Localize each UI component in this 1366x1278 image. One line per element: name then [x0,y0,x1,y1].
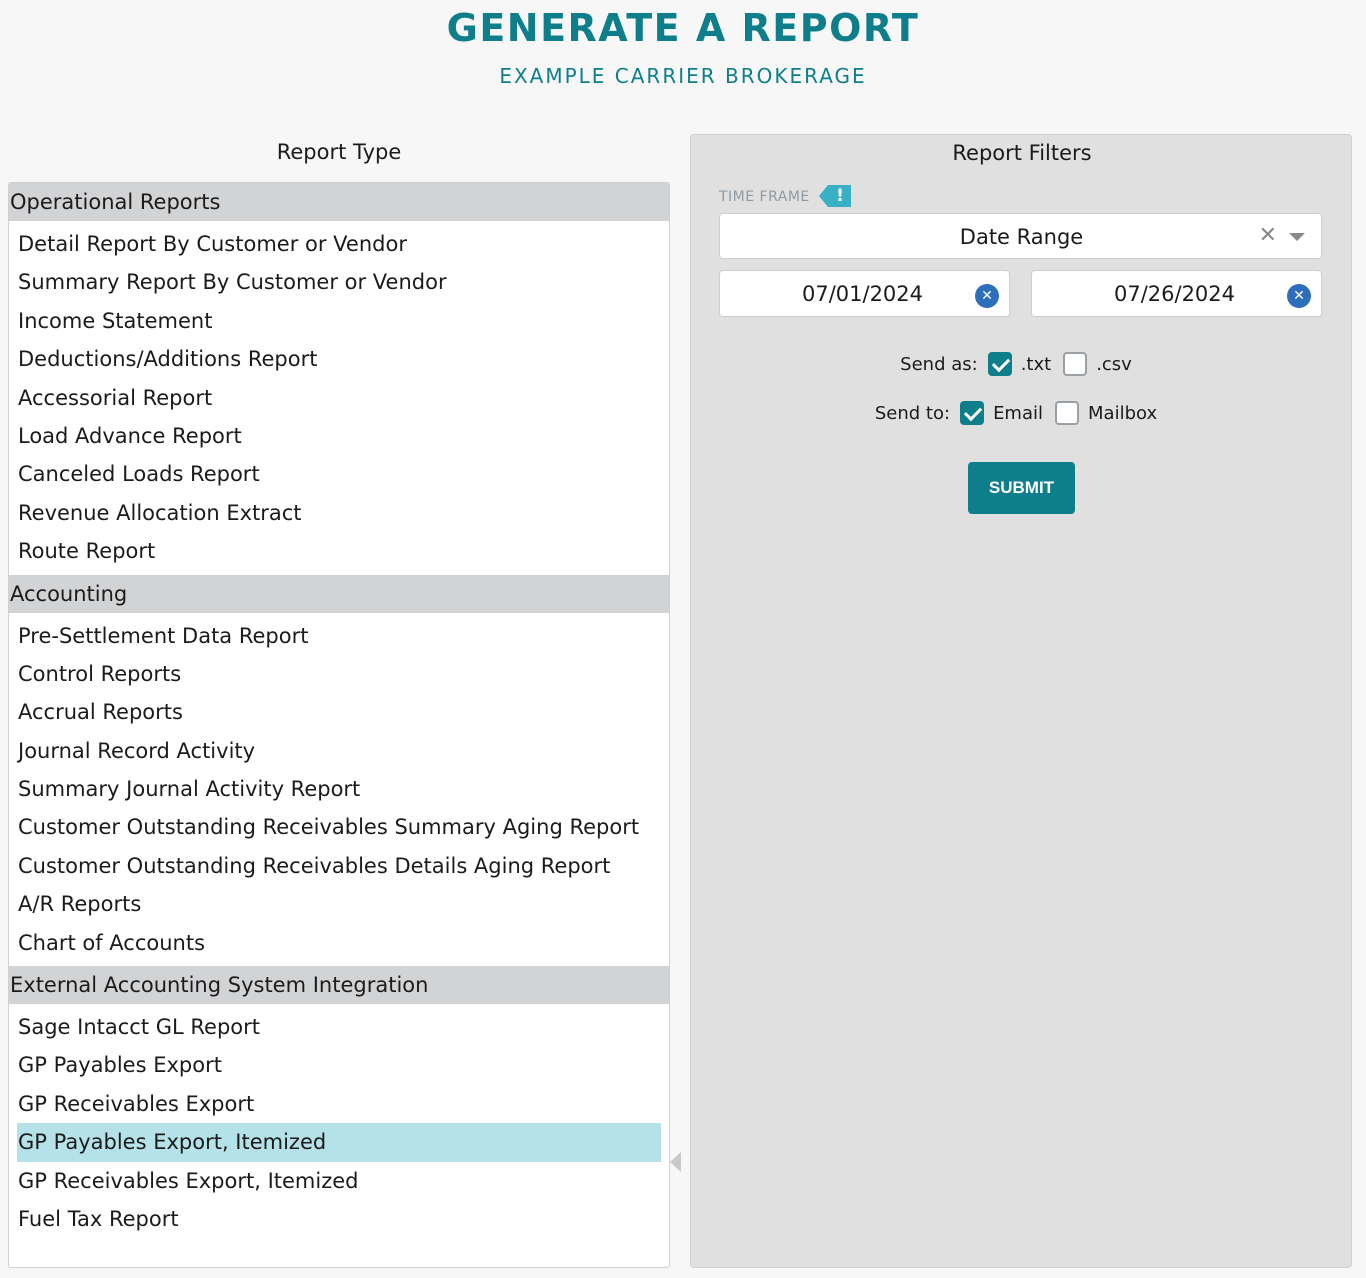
send-to-row: Send to: Email Mailbox [691,401,1353,425]
group-header-operational: Operational Reports [9,183,669,221]
report-item-journal-record[interactable]: Journal Record Activity [9,732,661,770]
report-item-gp-receivables-itemized[interactable]: GP Receivables Export, Itemized [9,1162,661,1200]
chevron-down-icon[interactable] [1289,233,1305,241]
txt-label: .txt [1020,353,1052,375]
report-item-gp-payables[interactable]: GP Payables Export [9,1046,661,1084]
report-type-title: Report Type [276,140,402,164]
group-header-external-integration: External Accounting System Integration [9,966,669,1005]
start-date-clear-icon[interactable]: ✕ [975,284,999,308]
end-date-clear-icon[interactable]: ✕ [1287,284,1311,308]
report-item-summary-journal[interactable]: Summary Journal Activity Report [9,770,661,808]
page-title: GENERATE A REPORT [446,6,920,50]
report-item-receivables-summary-aging[interactable]: Customer Outstanding Receivables Summary… [9,808,661,846]
report-item-gp-receivables[interactable]: GP Receivables Export [9,1085,661,1123]
report-item-sage-intacct[interactable]: Sage Intacct GL Report [9,1008,661,1046]
csv-label: .csv [1096,353,1132,375]
report-filters-panel: Report Filters TIME FRAME ! Date Range ✕… [690,134,1352,1268]
start-date-input[interactable]: 07/01/2024 ✕ [719,270,1010,317]
group-header-accounting: Accounting [9,574,669,613]
submit-button[interactable]: SUBMIT [968,462,1075,514]
time-frame-select[interactable]: Date Range ✕ [719,213,1322,259]
report-filters-title: Report Filters [952,141,1092,165]
txt-checkbox[interactable] [987,352,1012,376]
report-item-receivables-details-aging[interactable]: Customer Outstanding Receivables Details… [9,847,661,885]
report-item-accrual-reports[interactable]: Accrual Reports [9,693,661,731]
page-subtitle: EXAMPLE CARRIER BROKERAGE [499,64,867,88]
send-as-row: Send as: .txt .csv [691,352,1353,376]
selection-caret-icon [670,1152,681,1172]
time-frame-value: Date Range [959,225,1084,249]
report-item-ar-reports[interactable]: A/R Reports [9,885,661,923]
report-item-summary-by-customer[interactable]: Summary Report By Customer or Vendor [9,263,661,301]
time-frame-label: TIME FRAME [719,189,810,205]
report-item-deductions-additions[interactable]: Deductions/Additions Report [9,340,661,378]
report-item-income-statement[interactable]: Income Statement [9,302,661,340]
end-date-value: 07/26/2024 [1113,282,1236,306]
report-type-list: Operational Reports Detail Report By Cus… [8,182,670,1268]
report-item-control-reports[interactable]: Control Reports [9,655,661,693]
start-date-value: 07/01/2024 [801,282,924,306]
report-item-detail-by-customer[interactable]: Detail Report By Customer or Vendor [9,225,661,263]
report-item-gp-payables-itemized[interactable]: GP Payables Export, Itemized [17,1123,661,1162]
report-item-fuel-tax[interactable]: Fuel Tax Report [9,1200,661,1238]
send-to-label: Send to: [874,402,951,424]
group-items-external-integration: Sage Intacct GL Report GP Payables Expor… [9,1004,669,1242]
email-label: Email [993,402,1044,424]
csv-checkbox[interactable] [1063,352,1088,376]
send-as-label: Send as: [900,353,978,375]
report-item-revenue-allocation[interactable]: Revenue Allocation Extract [9,494,661,532]
report-item-canceled-loads[interactable]: Canceled Loads Report [9,455,661,493]
report-item-chart-of-accounts[interactable]: Chart of Accounts [9,924,661,962]
group-items-operational: Detail Report By Customer or Vendor Summ… [9,221,669,575]
email-checkbox[interactable] [960,401,985,425]
report-item-load-advance[interactable]: Load Advance Report [9,417,661,455]
group-items-accounting: Pre-Settlement Data Report Control Repor… [9,613,669,967]
report-item-pre-settlement[interactable]: Pre-Settlement Data Report [9,617,661,655]
clear-icon[interactable]: ✕ [1259,214,1277,258]
mailbox-checkbox[interactable] [1055,401,1080,425]
end-date-input[interactable]: 07/26/2024 ✕ [1031,270,1322,317]
report-item-route[interactable]: Route Report [9,532,661,570]
mailbox-label: Mailbox [1088,402,1158,424]
required-alert-icon: ! [819,185,851,207]
report-item-accessorial[interactable]: Accessorial Report [9,379,661,417]
